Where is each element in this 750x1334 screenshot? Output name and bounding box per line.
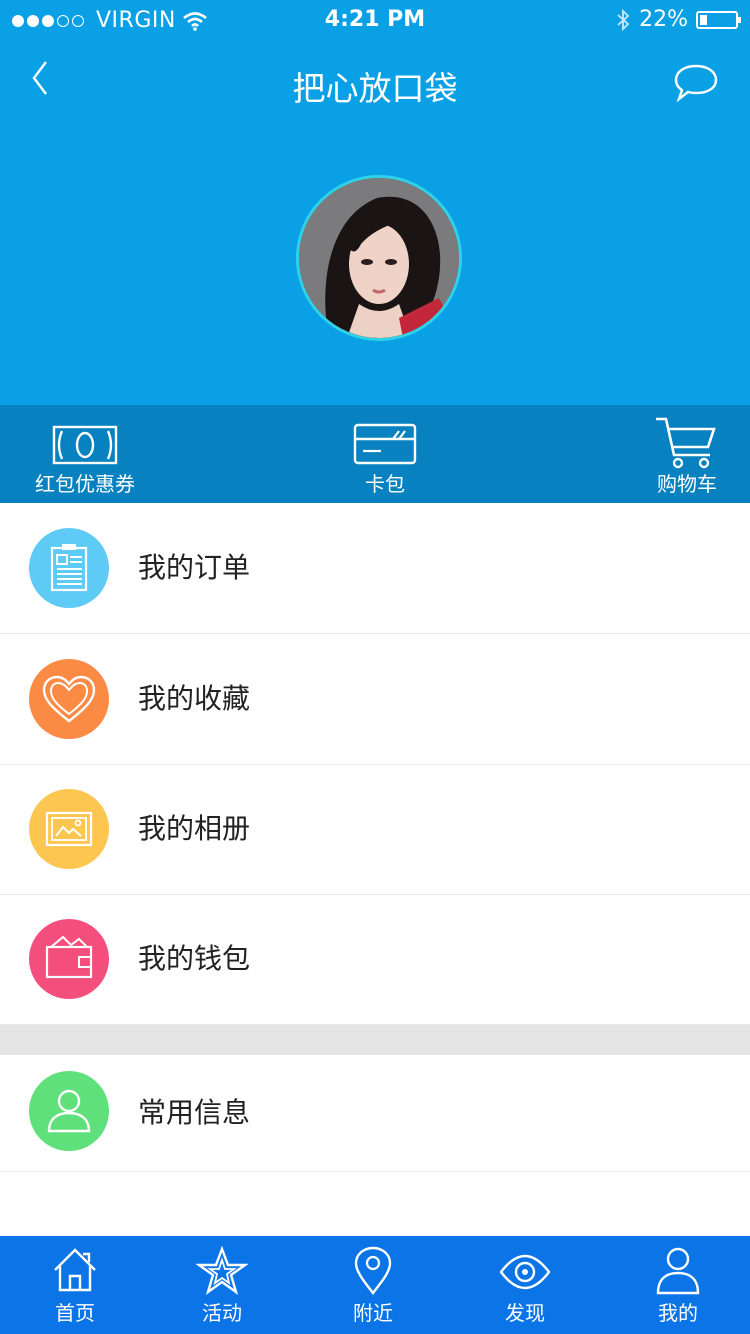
tab-home[interactable]: 首页 [0,1236,150,1334]
cart-button[interactable]: 购物车 [622,405,750,503]
tab-label: 我的 [658,1301,698,1325]
card-wallet-button[interactable]: 卡包 [320,405,450,503]
star-icon [196,1246,248,1295]
tab-bar: 首页 活动 附近 发现 我的 [0,1236,750,1334]
tab-nearby[interactable]: 附近 [298,1236,448,1334]
message-button[interactable] [672,62,720,104]
location-pin-icon [354,1246,392,1295]
menu-item-label: 我的钱包 [138,942,251,975]
menu-item-favorites[interactable]: 我的收藏 [0,634,750,765]
page-title: 把心放口袋 [292,69,458,108]
wallet-icon [29,919,109,999]
menu-item-orders[interactable]: 我的订单 [0,503,750,634]
cart-label: 购物车 [657,472,717,496]
coupon-button[interactable]: 红包优惠券 [20,405,150,503]
tab-activity[interactable]: 活动 [147,1236,297,1334]
profile-header: VIRGIN 4:21 PM 22% 把心放口袋 [0,0,750,405]
section-divider [0,1025,750,1055]
chat-bubble-icon [674,64,718,103]
album-icon [29,789,109,869]
menu-item-label: 常用信息 [138,1096,251,1129]
user-icon [29,1071,109,1151]
coupon-label: 红包优惠券 [35,472,135,496]
avatar-image [299,178,459,338]
eye-icon [499,1254,551,1290]
battery-percent: 22% [639,7,688,32]
home-icon [54,1248,96,1292]
menu-item-label: 我的订单 [138,551,251,584]
menu-item-wallet[interactable]: 我的钱包 [0,894,750,1025]
heart-icon [29,659,109,739]
battery-fill [700,14,707,25]
coupon-icon [52,425,118,465]
tab-label: 首页 [55,1301,95,1325]
avatar[interactable] [296,175,462,341]
status-bar: VIRGIN 4:21 PM 22% [0,0,750,40]
card-wallet-label: 卡包 [365,472,405,496]
tab-label: 发现 [505,1301,545,1325]
card-icon [353,423,417,465]
tab-mine[interactable]: 我的 [603,1236,750,1334]
menu-item-common-info[interactable]: 常用信息 [0,1055,750,1172]
cart-icon [656,417,716,469]
battery-icon [696,10,741,29]
menu-item-album[interactable]: 我的相册 [0,764,750,895]
tab-discover[interactable]: 发现 [450,1236,600,1334]
order-icon [29,528,109,608]
user-icon [656,1247,700,1295]
menu-item-label: 我的收藏 [138,682,251,715]
bluetooth-icon [617,8,630,31]
quick-actions-bar: 红包优惠券 卡包 购物车 [0,405,750,503]
tab-label: 附近 [353,1301,393,1325]
tab-label: 活动 [202,1301,242,1325]
status-right: 22% [615,7,741,32]
menu-item-label: 我的相册 [138,812,251,845]
